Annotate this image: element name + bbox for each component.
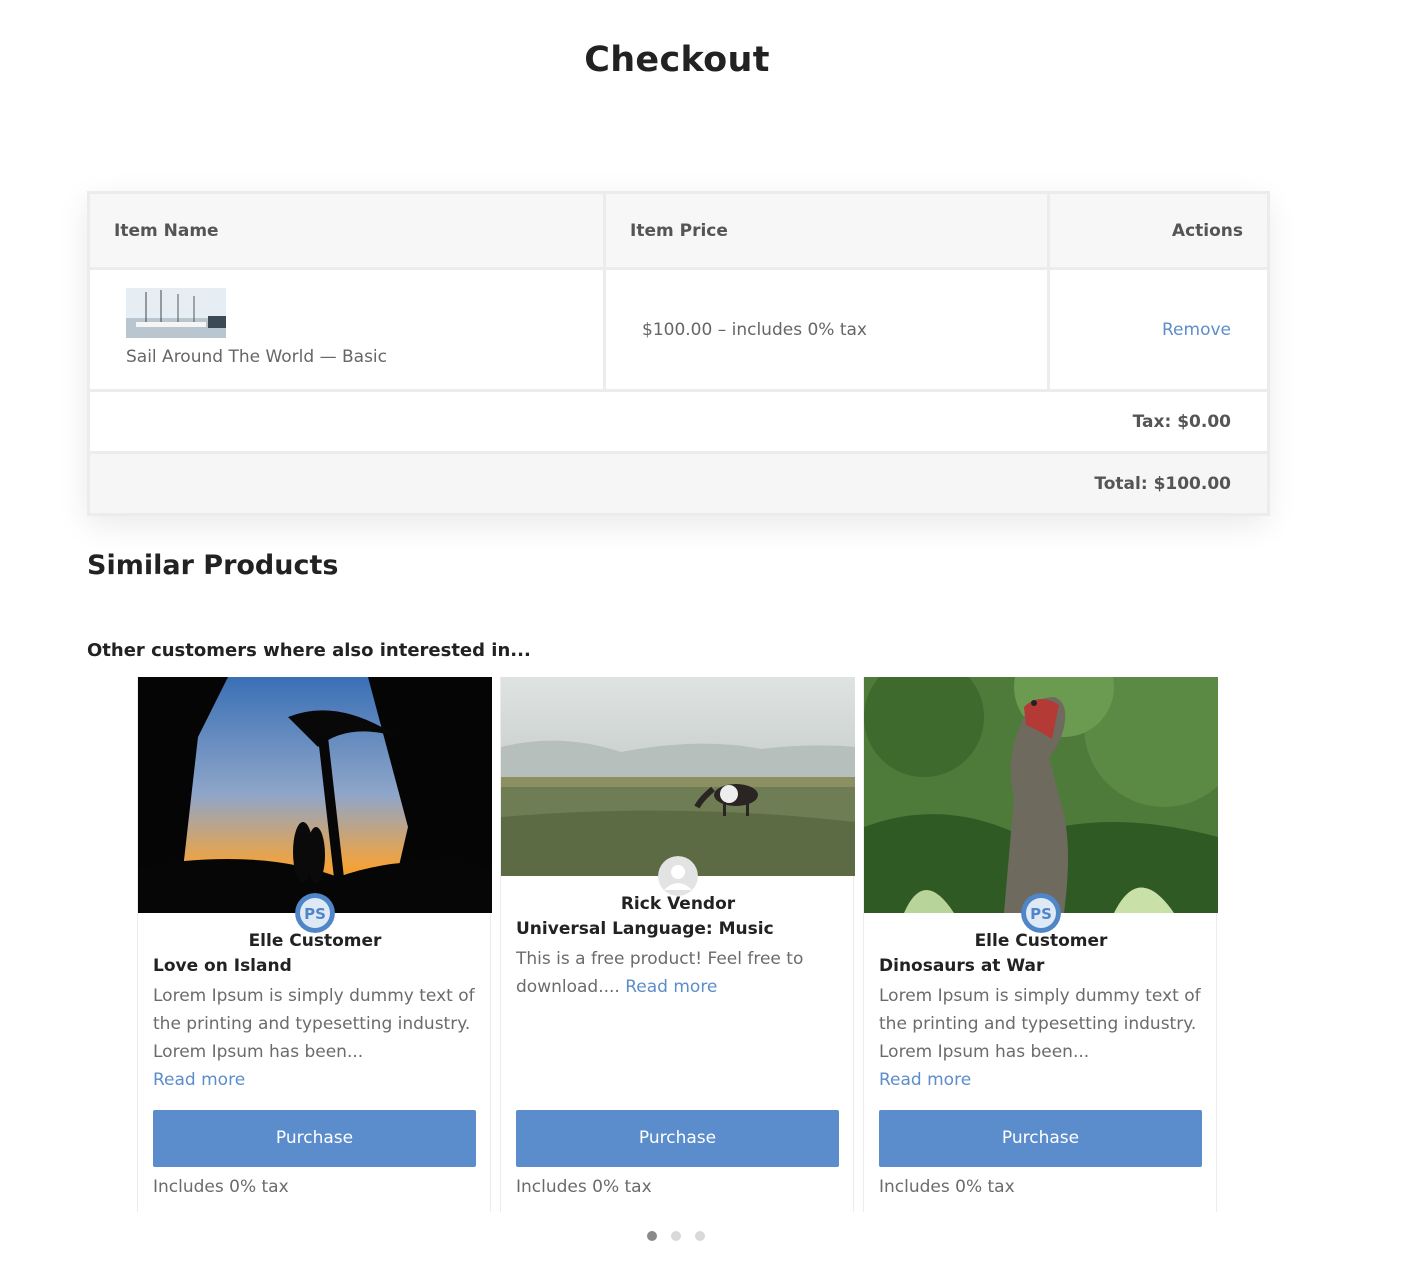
tax-summary: Tax: $0.00 <box>87 389 1270 454</box>
column-header-item-price: Item Price <box>603 191 1050 270</box>
product-image[interactable] <box>501 677 855 876</box>
action-cell: Remove <box>1047 267 1270 392</box>
svg-text:PS: PS <box>304 905 326 923</box>
item-name: Sail Around The World — Basic <box>126 347 388 367</box>
product-description: This is a free product! Feel free to dow… <box>516 945 844 1001</box>
vendor-avatar[interactable]: PS <box>295 893 335 933</box>
tax-note: Includes 0% tax <box>153 1177 289 1197</box>
vendor-avatar[interactable]: PS <box>1021 893 1061 933</box>
total-summary: Total: $100.00 <box>87 451 1270 516</box>
product-description: Lorem Ipsum is simply dummy text of the … <box>879 982 1207 1094</box>
item-price: $100.00 – includes 0% tax <box>603 267 1050 392</box>
tax-note: Includes 0% tax <box>879 1177 1015 1197</box>
cart-row: Sail Around The World — Basic $100.00 – … <box>87 267 1270 392</box>
cart-table: Item Name Item Price Actions Sail Around… <box>87 191 1270 516</box>
carousel-dot-2[interactable] <box>671 1231 681 1241</box>
product-description-text: Lorem Ipsum is simply dummy text of the … <box>153 986 475 1062</box>
read-more-link[interactable]: Read more <box>625 977 717 997</box>
svg-text:PS: PS <box>1030 905 1052 923</box>
carousel-dot-3[interactable] <box>695 1231 705 1241</box>
remove-link[interactable]: Remove <box>1162 320 1231 340</box>
product-title[interactable]: Universal Language: Music <box>516 919 846 939</box>
page-title: Checkout <box>584 40 770 80</box>
item-cell: Sail Around The World — Basic <box>87 267 606 392</box>
purchase-button[interactable]: Purchase <box>516 1110 839 1167</box>
product-card: PS Elle Customer Dinosaurs at War Lorem … <box>863 677 1218 1212</box>
product-card: Rick Vendor Universal Language: Music Th… <box>500 677 855 1212</box>
product-card: PS Elle Customer Love on Island Lorem Ip… <box>137 677 492 1212</box>
product-image[interactable] <box>864 677 1218 913</box>
item-thumbnail[interactable] <box>126 288 226 338</box>
read-more-link[interactable]: Read more <box>153 1070 245 1090</box>
carousel-dot-1[interactable] <box>647 1231 657 1241</box>
carousel-dots <box>647 1231 705 1241</box>
column-header-item-name: Item Name <box>87 191 606 270</box>
tax-note: Includes 0% tax <box>516 1177 652 1197</box>
vendor-name[interactable]: Rick Vendor <box>501 894 855 914</box>
product-title[interactable]: Love on Island <box>153 956 483 976</box>
column-header-actions: Actions <box>1047 191 1270 270</box>
product-description: Lorem Ipsum is simply dummy text of the … <box>153 982 481 1094</box>
vendor-name[interactable]: Elle Customer <box>138 931 492 951</box>
purchase-button[interactable]: Purchase <box>153 1110 476 1167</box>
vendor-avatar[interactable] <box>658 856 698 896</box>
product-image[interactable] <box>138 677 492 913</box>
product-title[interactable]: Dinosaurs at War <box>879 956 1209 976</box>
vendor-name[interactable]: Elle Customer <box>864 931 1218 951</box>
purchase-button[interactable]: Purchase <box>879 1110 1202 1167</box>
product-description-text: Lorem Ipsum is simply dummy text of the … <box>879 986 1201 1062</box>
similar-products-subtitle: Other customers where also interested in… <box>87 640 531 661</box>
similar-products-title: Similar Products <box>87 550 339 581</box>
read-more-link[interactable]: Read more <box>879 1070 971 1090</box>
